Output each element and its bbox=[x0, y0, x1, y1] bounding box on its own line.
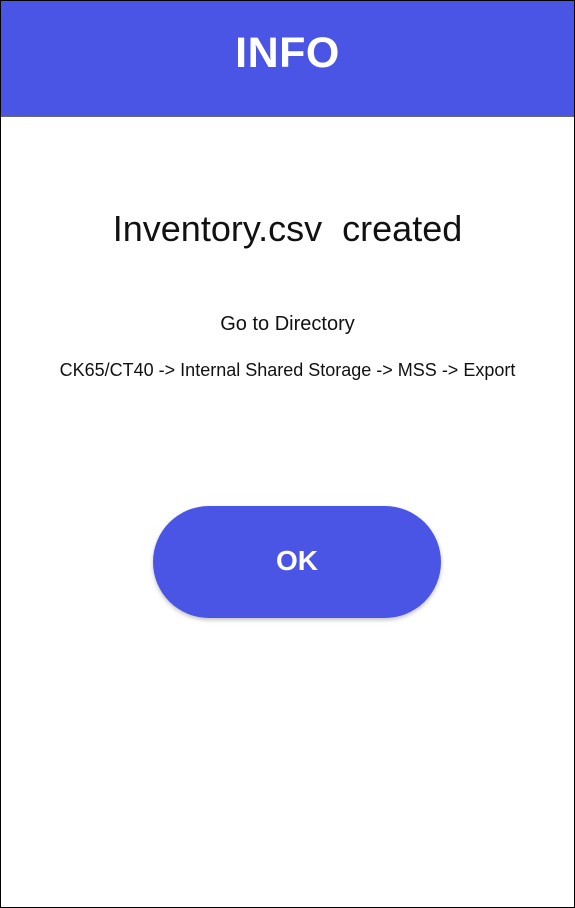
info-screen: INFO Inventory.csv created Go to Directo… bbox=[0, 0, 575, 908]
success-message: Inventory.csv created bbox=[112, 208, 463, 249]
ok-button[interactable]: OK bbox=[153, 506, 441, 618]
directory-label: Go to Directory bbox=[220, 313, 355, 335]
header-bar: INFO bbox=[1, 1, 574, 117]
directory-path: CK65/CT40 -> Internal Shared Storage -> … bbox=[59, 360, 516, 380]
ok-button-label: OK bbox=[276, 545, 318, 576]
header-title: INFO bbox=[235, 29, 340, 77]
